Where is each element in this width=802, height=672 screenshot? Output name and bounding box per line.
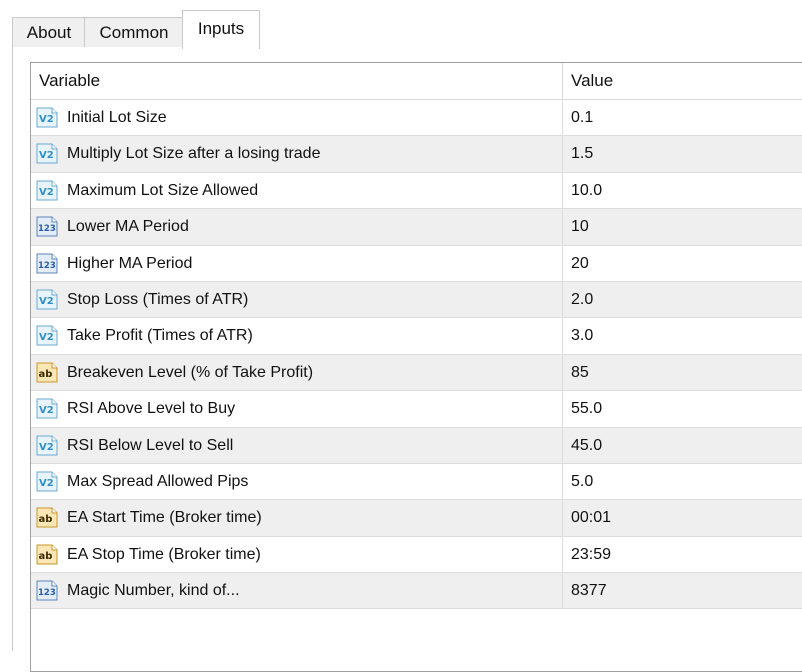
- cell-divider: [562, 281, 563, 318]
- svg-text:V2: V2: [39, 114, 54, 125]
- variable-name: Max Spread Allowed Pips: [67, 472, 249, 490]
- svg-text:V2: V2: [39, 296, 54, 307]
- tab-common[interactable]: Common: [84, 17, 184, 47]
- svg-text:ab: ab: [39, 369, 53, 380]
- variable-value[interactable]: 1.5: [571, 145, 593, 163]
- variable-value[interactable]: 85: [571, 364, 589, 382]
- svg-text:V2: V2: [39, 150, 54, 161]
- double-type-icon: V2: [36, 143, 58, 164]
- variable-value[interactable]: 55.0: [571, 400, 602, 418]
- svg-text:V2: V2: [39, 442, 54, 453]
- tab-bar: About Common Inputs: [12, 10, 802, 49]
- variable-name: Take Profit (Times of ATR): [67, 327, 253, 345]
- variable-name: Stop Loss (Times of ATR): [67, 290, 249, 308]
- double-type-icon: V2: [36, 435, 58, 456]
- column-divider[interactable]: [562, 63, 563, 99]
- tab-about[interactable]: About: [12, 17, 86, 47]
- cell-divider: [562, 500, 563, 536]
- variable-name: Breakeven Level (% of Take Profit): [67, 363, 314, 381]
- variable-value[interactable]: 0.1: [571, 109, 593, 127]
- cell-divider: [562, 536, 563, 573]
- cell-divider: [562, 354, 563, 391]
- string-type-icon: ab: [36, 507, 58, 528]
- column-header-variable[interactable]: Variable: [39, 71, 100, 91]
- table-row[interactable]: V2 Max Spread Allowed Pips 5.0: [31, 463, 802, 501]
- cell-divider: [562, 318, 563, 354]
- variable-name: RSI Above Level to Buy: [67, 400, 236, 418]
- variable-name: Multiply Lot Size after a losing trade: [67, 145, 321, 163]
- cell-divider: [562, 391, 563, 427]
- svg-text:V2: V2: [39, 332, 54, 343]
- cell-divider: [562, 100, 563, 136]
- variable-name: RSI Below Level to Sell: [67, 436, 234, 454]
- table-row[interactable]: ab EA Stop Time (Broker time) 23:59: [31, 536, 802, 574]
- variable-name: Initial Lot Size: [67, 109, 167, 126]
- variable-value[interactable]: 00:01: [571, 509, 611, 527]
- double-type-icon: V2: [36, 289, 58, 310]
- cell-divider: [562, 172, 563, 209]
- inputs-table: Variable Value V2 Initial Lot Size 0.1 V2 Mu…: [30, 62, 802, 672]
- double-type-icon: V2: [36, 107, 58, 128]
- variable-name: EA Start Time (Broker time): [67, 509, 262, 527]
- table-row[interactable]: V2 Take Profit (Times of ATR) 3.0: [31, 318, 802, 355]
- table-row[interactable]: 123 Higher MA Period 20: [31, 245, 802, 282]
- table-header: Variable Value: [31, 63, 802, 100]
- svg-text:V2: V2: [39, 405, 54, 416]
- variable-name: Higher MA Period: [67, 254, 193, 272]
- double-type-icon: V2: [36, 325, 58, 346]
- cell-divider: [562, 573, 563, 609]
- variable-value[interactable]: 5.0: [571, 473, 593, 491]
- svg-text:ab: ab: [39, 551, 53, 562]
- string-type-icon: ab: [36, 362, 58, 383]
- table-row[interactable]: V2 RSI Below Level to Sell 45.0: [31, 427, 802, 464]
- tab-inputs[interactable]: Inputs: [182, 10, 260, 49]
- string-type-icon: ab: [36, 544, 58, 565]
- svg-text:123: 123: [38, 588, 56, 598]
- column-header-value[interactable]: Value: [571, 71, 613, 91]
- table-row[interactable]: V2 Multiply Lot Size after a losing trade…: [31, 136, 802, 173]
- svg-text:V2: V2: [39, 478, 54, 489]
- table-row[interactable]: V2 Maximum Lot Size Allowed 10.0: [31, 172, 802, 210]
- cell-divider: [562, 209, 563, 245]
- inputs-panel: Variable Value V2 Initial Lot Size 0.1 V2 Mu…: [12, 47, 802, 672]
- variable-value[interactable]: 10: [571, 218, 589, 236]
- table-row[interactable]: V2 Stop Loss (Times of ATR) 2.0: [31, 281, 802, 319]
- integer-type-icon: 123: [36, 580, 58, 601]
- table-row[interactable]: ab Breakeven Level (% of Take Profit) 85: [31, 354, 802, 392]
- variable-value[interactable]: 10.0: [571, 182, 602, 200]
- variable-name: Lower MA Period: [67, 218, 189, 236]
- variable-value[interactable]: 45.0: [571, 437, 602, 455]
- variable-name: EA Stop Time (Broker time): [67, 545, 261, 563]
- variable-name: Maximum Lot Size Allowed: [67, 181, 259, 199]
- svg-text:123: 123: [38, 261, 56, 271]
- variable-value[interactable]: 3.0: [571, 327, 593, 345]
- double-type-icon: V2: [36, 398, 58, 419]
- variable-name: Magic Number, kind of...: [67, 582, 240, 600]
- variable-value[interactable]: 8377: [571, 582, 607, 600]
- cell-divider: [562, 427, 563, 463]
- table-row[interactable]: 123 Lower MA Period 10: [31, 209, 802, 246]
- variable-value[interactable]: 23:59: [571, 546, 611, 564]
- integer-type-icon: 123: [36, 216, 58, 237]
- table-row[interactable]: V2 RSI Above Level to Buy 55.0: [31, 391, 802, 428]
- table-row[interactable]: V2 Initial Lot Size 0.1: [31, 100, 802, 137]
- svg-text:ab: ab: [39, 514, 53, 525]
- svg-text:123: 123: [38, 224, 56, 234]
- table-body: V2 Initial Lot Size 0.1 V2 Multiply Lot Size…: [31, 100, 802, 610]
- cell-divider: [562, 136, 563, 172]
- cell-divider: [562, 463, 563, 500]
- cell-divider: [562, 245, 563, 281]
- variable-value[interactable]: 2.0: [571, 291, 593, 309]
- svg-text:V2: V2: [39, 187, 54, 198]
- table-row[interactable]: ab EA Start Time (Broker time) 00:01: [31, 500, 802, 537]
- double-type-icon: V2: [36, 471, 58, 492]
- variable-value[interactable]: 20: [571, 255, 589, 273]
- table-row[interactable]: 123 Magic Number, kind of... 8377: [31, 573, 802, 610]
- double-type-icon: V2: [36, 180, 58, 201]
- integer-type-icon: 123: [36, 253, 58, 274]
